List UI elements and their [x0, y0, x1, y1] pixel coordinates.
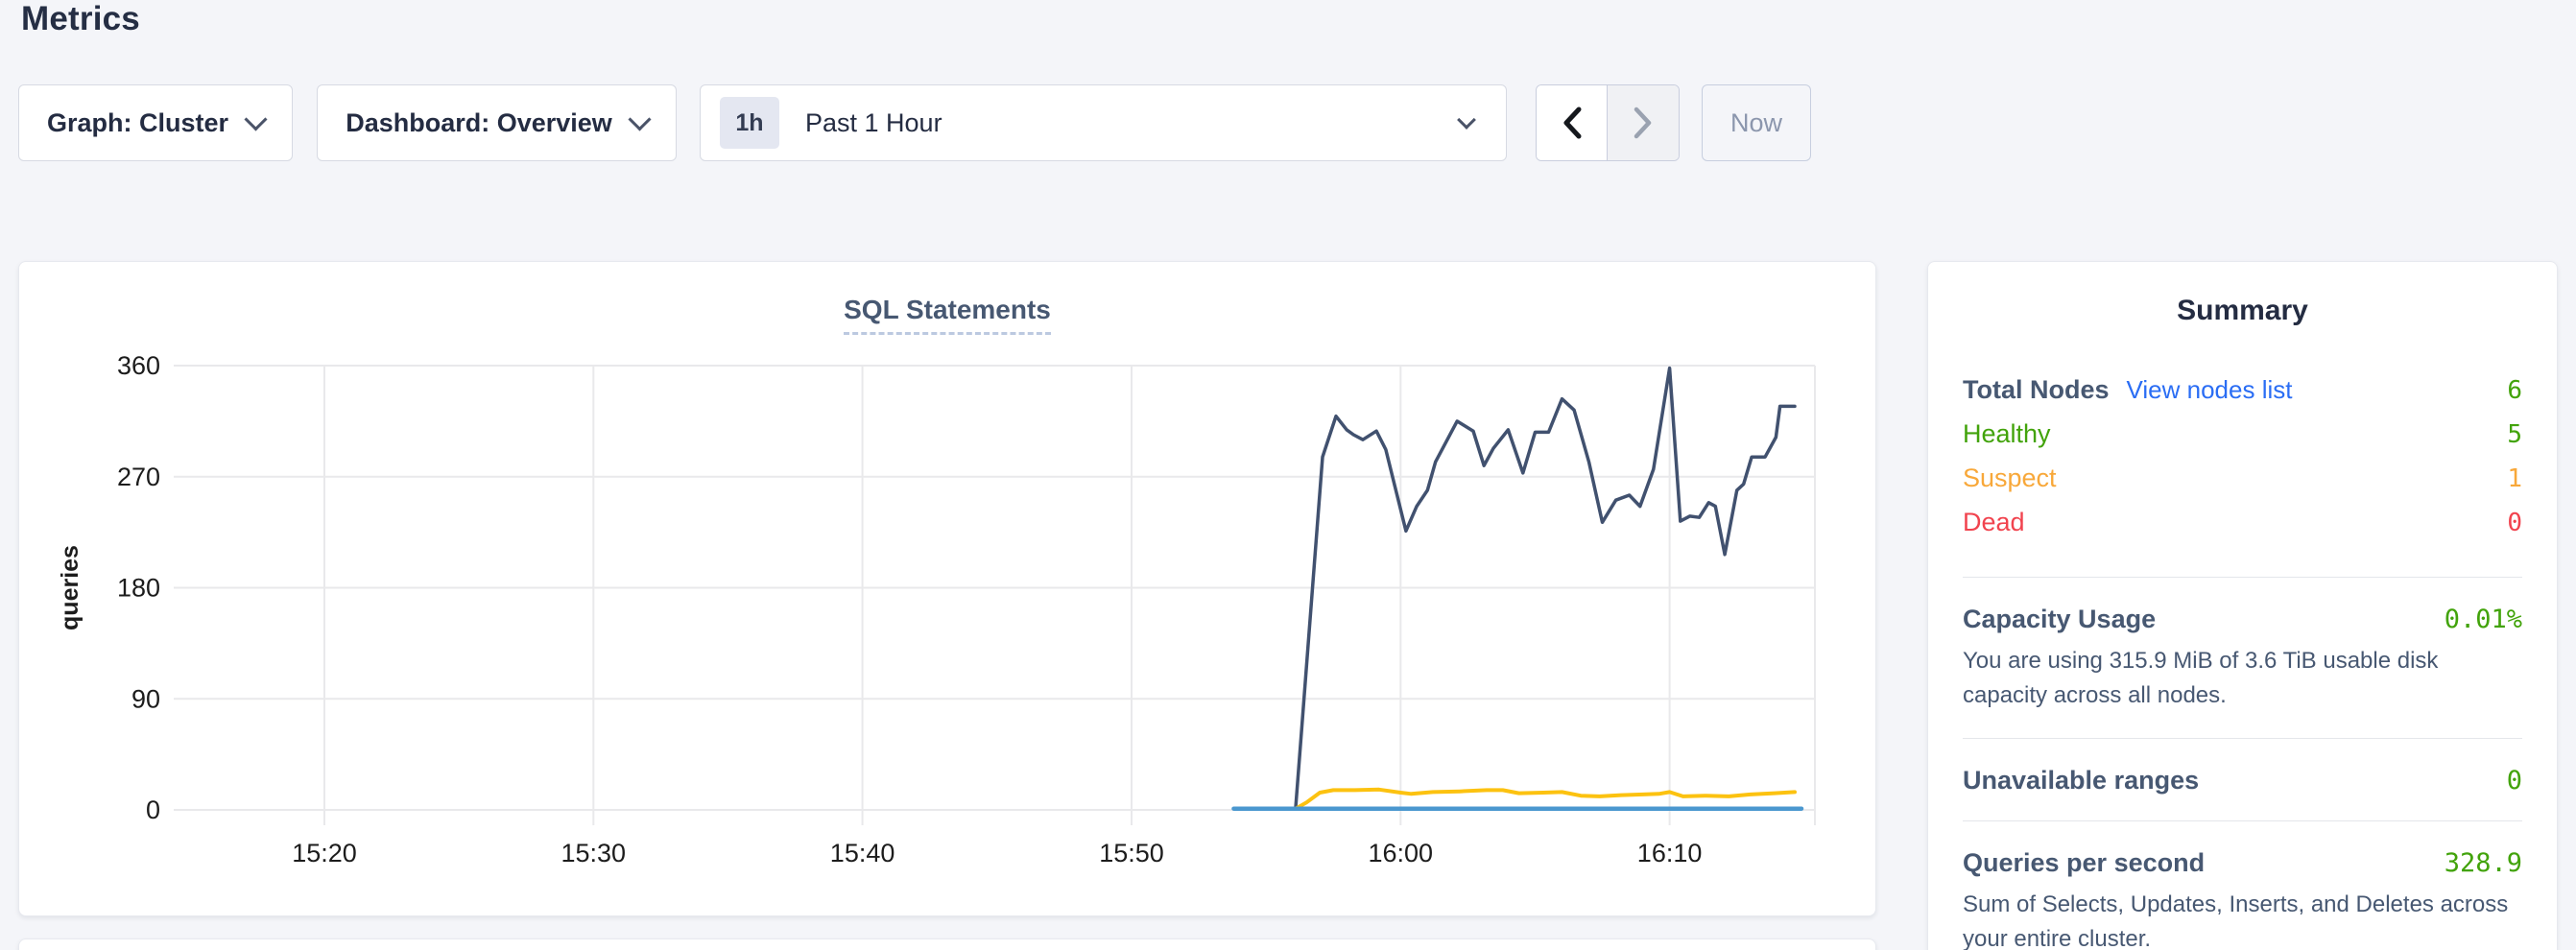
sql-statements-chart-card: 0 90 180 270 360 15:20 15:30 15:40 15:50 16:00 16:… [18, 261, 1876, 916]
chevron-down-icon [628, 107, 651, 131]
node-status-list: Total Nodes View nodes list 6 Healthy 5 … [1963, 375, 2522, 552]
y-axis-label: queries [57, 545, 83, 630]
chevron-down-icon [1457, 110, 1476, 130]
healthy-label: Healthy [1963, 419, 2051, 449]
summary-panel: Summary Total Nodes View nodes list 6 He… [1927, 261, 2558, 950]
suspect-value: 1 [2507, 464, 2522, 493]
total-nodes-label: Total Nodes [1963, 375, 2110, 405]
time-range-label: Past 1 Hour [805, 108, 942, 138]
x-tick-label: 15:20 [292, 839, 357, 867]
next-chart-card-peek [18, 938, 1876, 950]
dead-nodes-row: Dead 0 [1963, 508, 2522, 552]
dead-value: 0 [2507, 509, 2522, 537]
prev-time-button[interactable] [1537, 85, 1608, 160]
now-button[interactable]: Now [1702, 84, 1811, 161]
capacity-usage-description: You are using 315.9 MiB of 3.6 TiB usabl… [1963, 644, 2522, 713]
dashboard-dropdown[interactable]: Dashboard: Overview [317, 84, 677, 161]
x-tick-label: 15:50 [1099, 839, 1164, 867]
yellow-series [1296, 790, 1795, 809]
view-nodes-list-link[interactable]: View nodes list [2127, 375, 2293, 405]
y-tick-label: 0 [146, 796, 160, 824]
chevron-right-icon [1632, 106, 1655, 140]
divider [1963, 577, 2522, 578]
x-tick-label: 15:40 [830, 839, 895, 867]
sql-statements-chart: 0 90 180 270 360 15:20 15:30 15:40 15:50 16:00 16:… [19, 262, 1875, 915]
divider [1963, 738, 2522, 739]
chevron-left-icon [1561, 106, 1584, 140]
metrics-page: Metrics Graph: Cluster Dashboard: Overvi… [0, 0, 2576, 950]
unavailable-ranges-value: 0 [2507, 766, 2522, 796]
time-range-badge: 1h [720, 97, 779, 149]
unavailable-ranges-label: Unavailable ranges [1963, 766, 2199, 796]
healthy-nodes-row: Healthy 5 [1963, 419, 2522, 463]
time-range-selector[interactable]: 1h Past 1 Hour [700, 84, 1507, 161]
y-tick-label: 180 [117, 574, 160, 603]
queries-per-second-section: Queries per second 328.9 Sum of Selects,… [1963, 848, 2522, 950]
healthy-value: 5 [2507, 420, 2522, 449]
capacity-usage-label: Capacity Usage [1963, 605, 2156, 634]
dashboard-dropdown-label: Dashboard: Overview [346, 108, 612, 138]
suspect-label: Suspect [1963, 463, 2057, 493]
y-tick-label: 270 [117, 463, 160, 491]
y-tick-label: 90 [131, 684, 160, 713]
queries-per-second-description: Sum of Selects, Updates, Inserts, and De… [1963, 888, 2522, 950]
summary-title: Summary [1963, 295, 2522, 327]
next-time-button[interactable] [1608, 85, 1679, 160]
suspect-nodes-row: Suspect 1 [1963, 463, 2522, 508]
divider [1963, 820, 2522, 821]
capacity-usage-section: Capacity Usage 0.01% You are using 315.9… [1963, 605, 2522, 713]
total-nodes-value: 6 [2507, 376, 2522, 405]
total-nodes-row: Total Nodes View nodes list 6 [1963, 375, 2522, 419]
graph-dropdown-label: Graph: Cluster [47, 108, 228, 138]
dead-label: Dead [1963, 508, 2025, 537]
x-tick-label: 16:00 [1369, 839, 1434, 867]
x-tick-label: 16:10 [1637, 839, 1703, 867]
x-tick-label: 15:30 [561, 839, 627, 867]
chart-title[interactable]: SQL Statements [844, 295, 1051, 335]
time-pager [1536, 84, 1680, 161]
queries-per-second-value: 328.9 [2445, 848, 2522, 878]
queries-per-second-label: Queries per second [1963, 848, 2205, 878]
y-tick-label: 360 [117, 351, 160, 380]
unavailable-ranges-section: Unavailable ranges 0 [1963, 766, 2522, 796]
capacity-usage-value: 0.01% [2445, 605, 2522, 634]
now-button-label: Now [1730, 108, 1782, 138]
graph-dropdown[interactable]: Graph: Cluster [18, 84, 293, 161]
page-title: Metrics [21, 0, 140, 38]
chevron-down-icon [244, 107, 267, 131]
